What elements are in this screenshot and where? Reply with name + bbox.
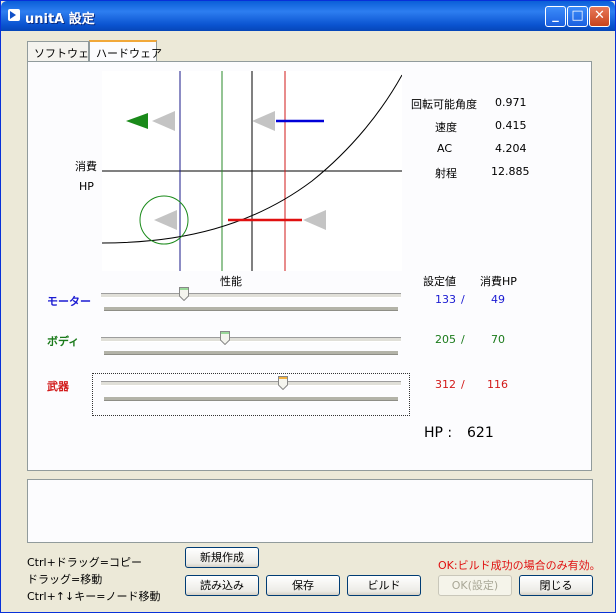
window-title: unitA 設定 xyxy=(25,12,95,27)
ok-button[interactable]: OK(設定) xyxy=(438,575,512,596)
weapon-hp-value: 116 xyxy=(487,378,508,391)
body-label: ボディ xyxy=(47,335,80,348)
weapon-slider-thumb[interactable] xyxy=(278,376,288,390)
ac-label: AC xyxy=(437,142,453,155)
motor-slider-track[interactable] xyxy=(101,293,401,298)
settings-window: unitA 設定 _ □ ✕ ソフトウェア ハードウェア 消費 HP 性能 回転… xyxy=(0,0,616,613)
title-bar[interactable]: unitA 設定 _ □ ✕ xyxy=(1,1,615,31)
selected-node-icon[interactable] xyxy=(126,113,148,129)
x-axis-label: 性能 xyxy=(220,275,242,288)
help-line-1: Ctrl+ドラッグ=コピー xyxy=(27,556,143,569)
total-hp-value: 621 xyxy=(467,425,494,441)
weapon-setting-value: 312 xyxy=(435,378,456,391)
body-slash: / xyxy=(461,333,465,346)
body-node-icon-2[interactable] xyxy=(154,210,177,230)
minimize-icon: _ xyxy=(552,8,559,23)
body-setting-value: 205 xyxy=(435,333,456,346)
app-icon xyxy=(8,9,20,21)
maximize-button[interactable]: □ xyxy=(567,6,588,27)
close-button[interactable]: 閉じる xyxy=(519,575,593,596)
body-hp-value: 70 xyxy=(491,333,505,346)
ac-value: 4.204 xyxy=(495,142,527,155)
build-button[interactable]: ビルド xyxy=(347,575,421,596)
motor-hp-value: 49 xyxy=(491,293,505,306)
range-label: 射程 xyxy=(435,167,457,180)
close-icon: ✕ xyxy=(594,8,605,23)
maximize-icon: □ xyxy=(571,8,584,23)
motor-setting-value: 133 xyxy=(435,293,456,306)
info-box xyxy=(27,479,593,543)
load-button[interactable]: 読み込み xyxy=(185,575,259,596)
weapon-slider-track[interactable] xyxy=(101,381,401,386)
speed-value: 0.415 xyxy=(495,119,527,132)
performance-chart[interactable] xyxy=(101,71,403,271)
rotation-value: 0.971 xyxy=(495,96,527,109)
y-axis-label-2: HP xyxy=(79,180,94,193)
y-axis-label-1: 消費 xyxy=(75,160,97,173)
weapon-slider-bar xyxy=(104,397,398,401)
motor-slash: / xyxy=(461,293,465,306)
weapon-slash: / xyxy=(461,378,465,391)
weapon-node-icon[interactable] xyxy=(303,210,326,230)
chart-canvas xyxy=(101,71,403,271)
body-node-icon[interactable] xyxy=(252,111,275,131)
save-button[interactable]: 保存 xyxy=(266,575,340,596)
body-slider-bar xyxy=(104,351,398,355)
range-value: 12.885 xyxy=(491,165,530,178)
help-line-3: Ctrl+↑↓キー=ノード移動 xyxy=(27,590,161,603)
minimize-button[interactable]: _ xyxy=(545,6,566,27)
weapon-label: 武器 xyxy=(47,380,69,393)
body-slider-thumb[interactable] xyxy=(220,331,230,345)
body-slider-track[interactable] xyxy=(101,337,401,342)
motor-label: モーター xyxy=(47,295,91,308)
new-button[interactable]: 新規作成 xyxy=(185,547,259,568)
motor-slider-thumb[interactable] xyxy=(179,287,189,301)
setting-column-header: 設定値 xyxy=(423,275,456,288)
motor-slider-bar xyxy=(104,307,398,311)
tab-software[interactable]: ソフトウェア xyxy=(27,41,100,61)
rotation-label: 回転可能角度 xyxy=(411,98,477,111)
help-line-2: ドラッグ=移動 xyxy=(27,573,103,586)
ok-notice: OK:ビルド成功の場合のみ有効。 xyxy=(438,559,601,572)
weapon-slider-focus xyxy=(92,373,410,416)
total-hp-label: HP : xyxy=(424,425,453,441)
hp-column-header: 消費HP xyxy=(480,275,517,288)
tab-hardware[interactable]: ハードウェア xyxy=(89,40,162,62)
speed-label: 速度 xyxy=(435,121,457,134)
close-window-button[interactable]: ✕ xyxy=(589,6,610,27)
motor-node-icon[interactable] xyxy=(152,111,175,131)
